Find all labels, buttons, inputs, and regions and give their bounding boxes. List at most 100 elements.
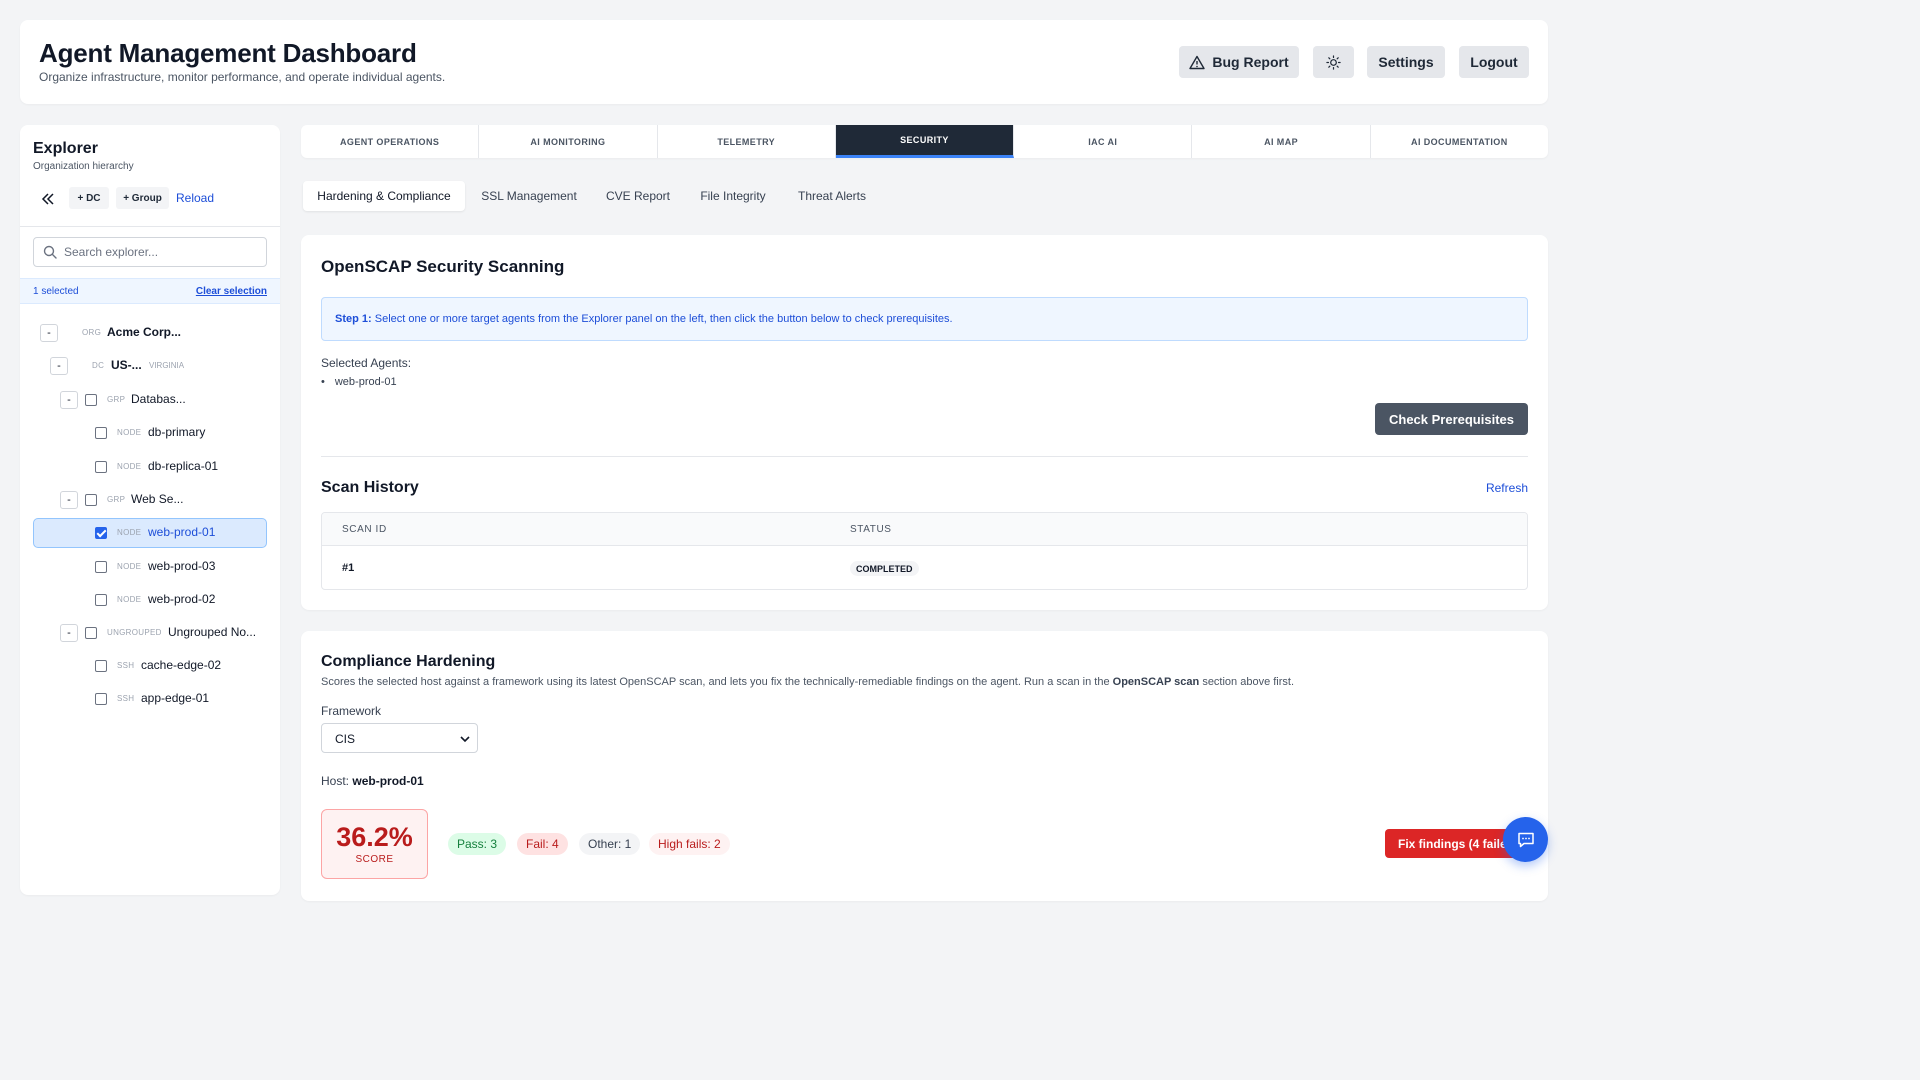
host-value: web-prod-01 [352, 774, 424, 788]
tree-checkbox[interactable] [95, 693, 107, 705]
explorer-title: Explorer [33, 140, 98, 157]
tab-agent-operations[interactable]: AGENT OPERATIONS [301, 125, 480, 158]
tree-item-node-selected[interactable]: NODE web-prod-01 [33, 518, 267, 548]
subtab-ssl-management[interactable]: SSL Management [472, 181, 586, 211]
tree-item-label: Ungrouped No... [168, 625, 257, 639]
tab-ai-documentation[interactable]: AI DOCUMENTATION [1371, 125, 1548, 158]
bug-report-label: Bug Report [1212, 54, 1289, 70]
host-line: Host: web-prod-01 [321, 774, 424, 788]
subtab-cve-report[interactable]: CVE Report [598, 181, 678, 211]
tree-item-group-ungrouped[interactable]: - UNGROUPED Ungrouped No... [33, 618, 267, 648]
tree-checkbox[interactable] [85, 627, 97, 639]
add-group-button[interactable]: + Group [116, 187, 169, 209]
tree-item-ssh[interactable]: SSH cache-edge-02 [33, 651, 267, 681]
check-prerequisites-button[interactable]: Check Prerequisites [1375, 403, 1528, 435]
step-text: Select one or more target agents from th… [374, 313, 953, 325]
score-label: SCORE [355, 854, 394, 865]
explorer-search[interactable] [33, 237, 267, 267]
tree-checkbox[interactable] [95, 594, 107, 606]
tree-item-group-web[interactable]: - GRP Web Se... [33, 485, 267, 515]
tree-type-badge: SSH [117, 694, 135, 703]
tree-item-node[interactable]: NODE web-prod-03 [33, 552, 267, 582]
collapse-toggle[interactable]: - [60, 491, 78, 509]
tree-item-label: app-edge-01 [141, 691, 210, 705]
divider [20, 226, 280, 227]
selected-agent-item: web-prod-01 [321, 376, 397, 388]
score-box: 36.2% SCORE [321, 809, 428, 879]
tree-item-label: Acme Corp... [107, 325, 182, 339]
reload-link[interactable]: Reload [176, 191, 214, 205]
subtab-hardening-compliance[interactable]: Hardening & Compliance [303, 181, 465, 211]
tree-item-org[interactable]: - ORG Acme Corp... [33, 318, 267, 348]
tree-type-badge: NODE [117, 428, 142, 437]
tree-item-region: VIRGINIA [149, 361, 185, 370]
theme-toggle-button[interactable] [1313, 46, 1354, 78]
refresh-link[interactable]: Refresh [1486, 481, 1528, 495]
tree-item-node[interactable]: NODE db-replica-01 [33, 452, 267, 482]
add-dc-button[interactable]: + DC [69, 187, 109, 209]
app-header: Agent Management Dashboard Organize infr… [20, 20, 1548, 104]
subtab-file-integrity[interactable]: File Integrity [690, 181, 776, 211]
scan-history-title: Scan History [321, 479, 419, 496]
sun-icon [1326, 54, 1341, 70]
tree-item-label: Web Se... [131, 492, 184, 506]
tree-type-badge: NODE [117, 528, 142, 537]
tree-item-ssh[interactable]: SSH app-edge-01 [33, 684, 267, 714]
tree-item-label: db-primary [148, 425, 206, 439]
tree-type-badge: DC [92, 361, 105, 370]
tree-item-label: web-prod-03 [148, 559, 216, 573]
tree-item-dc[interactable]: - DC US-... VIRGINIA [33, 351, 267, 381]
tab-iac-ai[interactable]: IAC AI [1014, 125, 1193, 158]
logout-button[interactable]: Logout [1459, 46, 1529, 78]
tab-ai-monitoring[interactable]: AI MONITORING [479, 125, 658, 158]
tree-item-node[interactable]: NODE web-prod-02 [33, 585, 267, 615]
tree-type-badge: NODE [117, 462, 142, 471]
tree-item-group-databases[interactable]: - GRP Databas... [33, 385, 267, 415]
collapse-toggle[interactable]: - [40, 324, 58, 342]
tree-type-badge: GRP [107, 495, 126, 504]
scan-id-cell: #1 [342, 562, 355, 574]
tree-checkbox[interactable] [95, 461, 107, 473]
collapse-toggle[interactable]: - [60, 391, 78, 409]
other-badge: Other: 1 [579, 833, 641, 855]
scan-history-table: SCAN ID STATUS #1 COMPLETED [321, 512, 1528, 590]
collapse-toggle[interactable]: - [50, 357, 68, 375]
tree-item-label: web-prod-01 [148, 525, 216, 539]
openscap-card: OpenSCAP Security Scanning Step 1: Selec… [301, 235, 1548, 610]
tab-telemetry[interactable]: TELEMETRY [658, 125, 836, 158]
tree-checkbox[interactable] [85, 394, 97, 406]
clear-selection-link[interactable]: Clear selection [196, 286, 267, 297]
selection-bar: 1 selected Clear selection [20, 278, 280, 304]
table-header: SCAN ID STATUS [322, 513, 1527, 546]
divider [321, 456, 1528, 457]
tree-type-badge: UNGROUPED [107, 628, 162, 637]
tree-type-badge: NODE [117, 595, 142, 604]
subtab-threat-alerts[interactable]: Threat Alerts [788, 181, 876, 211]
collapse-toggle[interactable]: - [60, 624, 78, 642]
tree-checkbox-checked[interactable] [95, 527, 107, 539]
selected-count: 1 selected [33, 286, 79, 297]
tree-checkbox[interactable] [85, 494, 97, 506]
chat-button[interactable] [1503, 817, 1548, 862]
tree-type-badge: ORG [82, 328, 102, 337]
settings-button[interactable]: Settings [1367, 46, 1445, 78]
tree-checkbox[interactable] [95, 427, 107, 439]
bug-report-button[interactable]: Bug Report [1179, 46, 1299, 78]
double-chevron-left-icon [41, 193, 54, 205]
search-input[interactable] [64, 243, 254, 261]
explorer-subtitle: Organization hierarchy [33, 161, 134, 172]
tree-checkbox[interactable] [95, 561, 107, 573]
high-fails-badge: High fails: 2 [649, 833, 730, 855]
tab-ai-map[interactable]: AI MAP [1192, 125, 1371, 158]
step-info-text: Step 1: Select one or more target agents… [335, 313, 953, 325]
tab-security[interactable]: SECURITY [835, 125, 1015, 158]
compliance-card: Compliance Hardening Scores the selected… [301, 631, 1548, 901]
tree-item-label: Databas... [131, 392, 186, 406]
search-icon [43, 245, 57, 259]
tree-item-label: cache-edge-02 [141, 658, 222, 672]
tree-checkbox[interactable] [95, 660, 107, 672]
host-label: Host: [321, 774, 350, 788]
framework-select[interactable]: CIS [321, 723, 478, 753]
tree-item-node[interactable]: NODE db-primary [33, 418, 267, 448]
collapse-explorer-button[interactable] [39, 191, 57, 207]
